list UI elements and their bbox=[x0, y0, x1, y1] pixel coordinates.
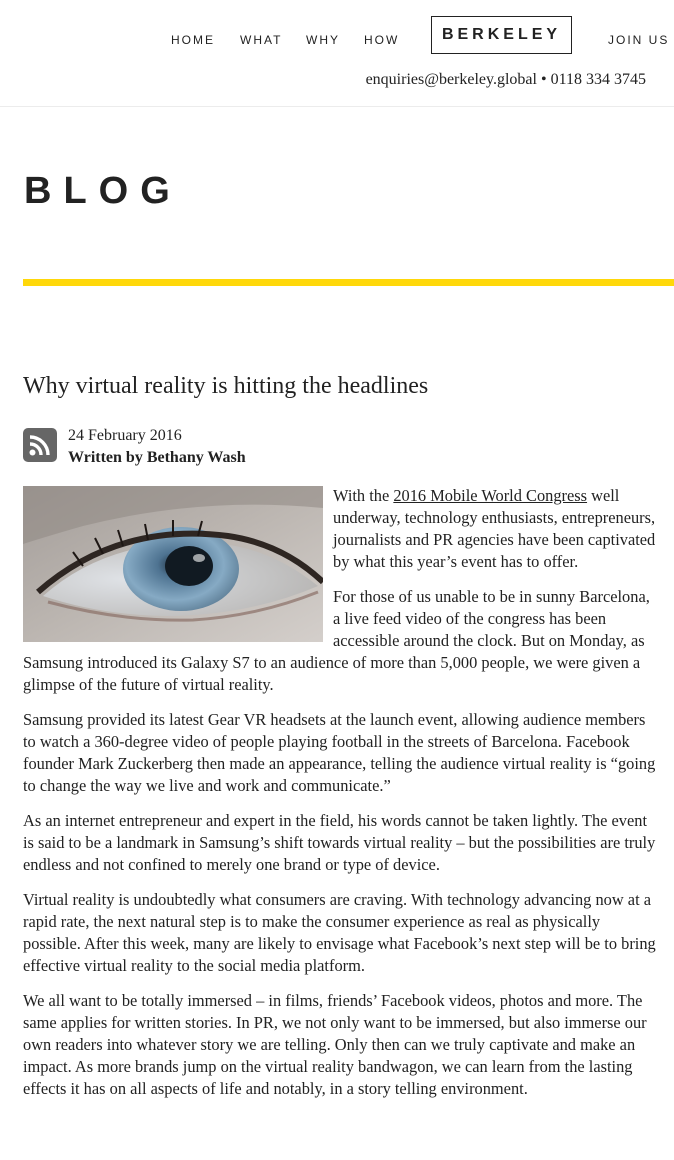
contact-line: enquiries@berkeley.global • 0118 334 374… bbox=[366, 71, 646, 89]
nav-how[interactable]: HOW bbox=[364, 33, 399, 47]
site-header: HOME WHAT WHY HOW BERKELEY JOIN US enqui… bbox=[0, 0, 674, 107]
para-1-start: With the bbox=[333, 486, 394, 505]
nav-join-us[interactable]: JOIN US bbox=[608, 33, 669, 47]
mwc-link[interactable]: 2016 Mobile World Congress bbox=[393, 486, 587, 505]
contact-separator: • bbox=[540, 71, 547, 88]
nav-why[interactable]: WHY bbox=[306, 33, 340, 47]
paragraph-6: We all want to be totally immersed – in … bbox=[23, 991, 647, 1098]
contact-email-link[interactable]: enquiries@berkeley.global bbox=[366, 71, 537, 88]
post-author: Written by Bethany Wash bbox=[68, 449, 246, 466]
post-body: With the 2016 Mobile World Congress well… bbox=[23, 485, 658, 1113]
paragraph-4: As an internet entrepreneur and expert i… bbox=[23, 811, 656, 874]
accent-divider bbox=[23, 279, 674, 286]
berkeley-logo[interactable]: BERKELEY bbox=[431, 16, 572, 54]
post-date: 24 February 2016 bbox=[68, 427, 182, 444]
blue-eye-image bbox=[23, 486, 323, 642]
nav-home[interactable]: HOME bbox=[171, 33, 215, 47]
post-title: Why virtual reality is hitting the headl… bbox=[23, 373, 429, 399]
paragraph-5: Virtual reality is undoubtedly what cons… bbox=[23, 890, 656, 975]
rss-icon[interactable] bbox=[23, 428, 57, 462]
nav-what[interactable]: WHAT bbox=[240, 33, 282, 47]
contact-phone-link[interactable]: 0118 334 3745 bbox=[551, 71, 646, 88]
page-title: BLOG bbox=[24, 170, 182, 212]
paragraph-3: Samsung provided its latest Gear VR head… bbox=[23, 710, 656, 795]
